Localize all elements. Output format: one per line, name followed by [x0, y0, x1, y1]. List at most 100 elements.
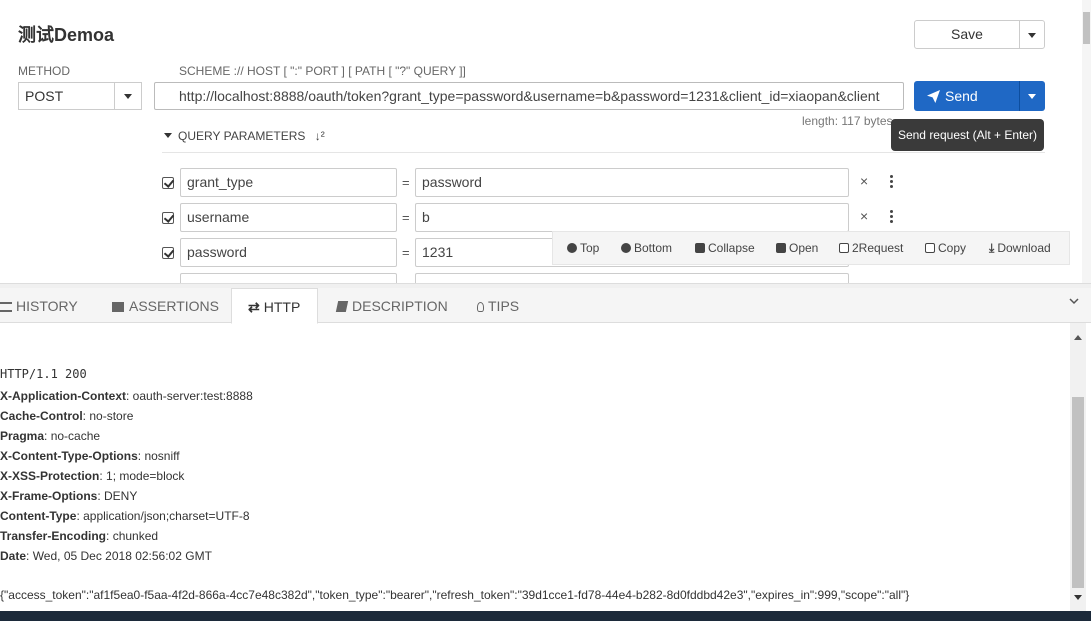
tab-history[interactable]: HISTORY	[0, 288, 85, 323]
send-tooltip: Send request (Alt + Enter)	[891, 119, 1044, 151]
param-name-input[interactable]: username	[180, 203, 397, 232]
status-line: HTTP/1.1 200	[0, 367, 87, 381]
response-header: Date: Wed, 05 Dec 2018 02:56:02 GMT	[0, 549, 212, 563]
header-name: X-Frame-Options	[0, 489, 98, 503]
header-value: 1; mode=block	[106, 469, 185, 483]
url-input[interactable]: http://localhost:8888/oauth/token?grant_…	[154, 82, 904, 110]
chevron-down-icon	[1028, 33, 1036, 38]
list-alt-icon	[112, 302, 124, 312]
send-dropdown-button[interactable]	[1019, 81, 1045, 111]
plus-square-icon	[776, 243, 786, 253]
param-value-input[interactable]: password	[415, 168, 849, 197]
caret-down-icon	[164, 133, 172, 138]
open-button[interactable]: Open	[776, 241, 818, 255]
param-equals: =	[402, 175, 410, 190]
header-name: X-Application-Context	[0, 389, 126, 403]
book-icon	[335, 301, 349, 312]
header-value: oauth-server:test:8888	[132, 389, 253, 403]
tab-description[interactable]: DESCRIPTION	[335, 288, 448, 323]
response-header: X-Application-Context: oauth-server:test…	[0, 389, 253, 403]
header-name: Transfer-Encoding	[0, 529, 107, 543]
header-value: DENY	[104, 489, 138, 503]
response-header: X-Content-Type-Options: nosniff	[0, 449, 180, 463]
divider	[162, 152, 1045, 153]
param-name-input[interactable]: password	[180, 238, 397, 267]
copy-to-request-icon	[839, 243, 849, 253]
tab-history-label: HISTORY	[16, 298, 78, 314]
response-header: X-XSS-Protection: 1; mode=block	[0, 469, 185, 483]
header-name: X-XSS-Protection	[0, 469, 100, 483]
minus-square-icon	[695, 243, 705, 253]
arrow-down-circle-icon	[621, 243, 631, 253]
more-options-icon[interactable]	[890, 210, 893, 225]
method-select[interactable]: POST	[18, 82, 115, 110]
tab-assertions[interactable]: ASSERTIONS	[112, 288, 219, 323]
param-enabled-checkbox[interactable]	[162, 212, 174, 224]
response-body[interactable]: {"access_token":"af1f5ea0-f5aa-4f2d-866a…	[0, 588, 1068, 602]
response-header: X-Frame-Options: DENY	[0, 489, 138, 503]
response-tabs: HISTORY ASSERTIONS ⇄ HTTP DESCRIPTION TIP…	[0, 288, 1091, 324]
paper-plane-icon	[927, 90, 940, 103]
header-name: Cache-Control	[0, 409, 83, 423]
remove-param-icon[interactable]: ×	[860, 208, 868, 224]
top-button[interactable]: Top	[567, 241, 599, 255]
remove-param-icon[interactable]: ×	[860, 173, 868, 189]
header-value: Wed, 05 Dec 2018 02:56:02 GMT	[32, 549, 212, 563]
request-scrollbar-thumb[interactable]	[1083, 12, 1090, 44]
method-dropdown-button[interactable]	[114, 82, 142, 110]
response-toolbar: Top Bottom Collapse Open 2Request Copy ⤓…	[552, 231, 1070, 265]
method-label: METHOD	[18, 64, 70, 78]
tab-description-label: DESCRIPTION	[352, 298, 448, 314]
tab-http[interactable]: ⇄ HTTP	[231, 288, 318, 324]
arrow-up-circle-icon	[567, 243, 577, 253]
lightbulb-icon	[477, 302, 484, 312]
param-enabled-checkbox[interactable]	[162, 177, 174, 189]
header-name: Pragma	[0, 429, 45, 443]
param-equals: =	[402, 210, 410, 225]
top-label: Top	[580, 241, 600, 255]
param-equals: =	[402, 245, 410, 260]
chevron-down-icon	[124, 94, 132, 99]
param-name-input[interactable]	[180, 273, 397, 283]
download-icon: ⤓	[989, 241, 995, 255]
download-button[interactable]: ⤓ Download	[989, 241, 1051, 256]
copy-button[interactable]: Copy	[925, 241, 966, 255]
response-scrollbar-thumb[interactable]	[1072, 397, 1084, 588]
query-parameters-toggle[interactable]: QUERY PARAMETERS ↓²	[164, 129, 325, 143]
scroll-up-icon[interactable]	[1074, 335, 1082, 340]
save-dropdown-button[interactable]	[1019, 20, 1045, 49]
header-value: application/json;charset=UTF-8	[83, 509, 250, 523]
chevron-down-icon[interactable]	[1068, 295, 1080, 307]
header-name: X-Content-Type-Options	[0, 449, 138, 463]
response-header: Transfer-Encoding: chunked	[0, 529, 159, 543]
send-button[interactable]: Send	[914, 81, 1020, 111]
bottom-button[interactable]: Bottom	[621, 241, 672, 255]
sort-icon[interactable]: ↓²	[315, 129, 325, 143]
url-label: SCHEME :// HOST [ ":" PORT ] [ PATH [ "?…	[179, 64, 466, 78]
header-value: no-cache	[50, 429, 101, 443]
save-button[interactable]: Save	[914, 20, 1020, 49]
bottom-label: Bottom	[634, 241, 673, 255]
request-title[interactable]: 测试Demoa	[18, 21, 114, 47]
tab-tips[interactable]: TIPS	[477, 288, 527, 323]
copy-label: Copy	[938, 241, 967, 255]
copy-icon	[925, 243, 935, 253]
exchange-icon: ⇄	[248, 299, 260, 315]
to-request-button[interactable]: 2Request	[839, 241, 903, 255]
header-name: Content-Type	[0, 509, 77, 523]
scroll-down-icon[interactable]	[1074, 595, 1082, 600]
response-header: Content-Type: application/json;charset=U…	[0, 509, 250, 523]
header-value: nosniff	[144, 449, 180, 463]
param-value-input[interactable]: b	[415, 203, 849, 232]
param-name-input[interactable]: grant_type	[180, 168, 397, 197]
collapse-button[interactable]: Collapse	[695, 241, 755, 255]
chevron-down-icon	[1028, 94, 1036, 99]
header-value: no-store	[89, 409, 134, 423]
more-options-icon[interactable]	[890, 175, 893, 190]
param-enabled-checkbox[interactable]	[162, 247, 174, 259]
param-value-input[interactable]	[415, 273, 849, 283]
os-taskbar	[0, 611, 1091, 621]
tab-http-label: HTTP	[263, 299, 301, 315]
tab-tips-label: TIPS	[488, 298, 520, 314]
query-parameters-label: QUERY PARAMETERS	[178, 129, 306, 143]
